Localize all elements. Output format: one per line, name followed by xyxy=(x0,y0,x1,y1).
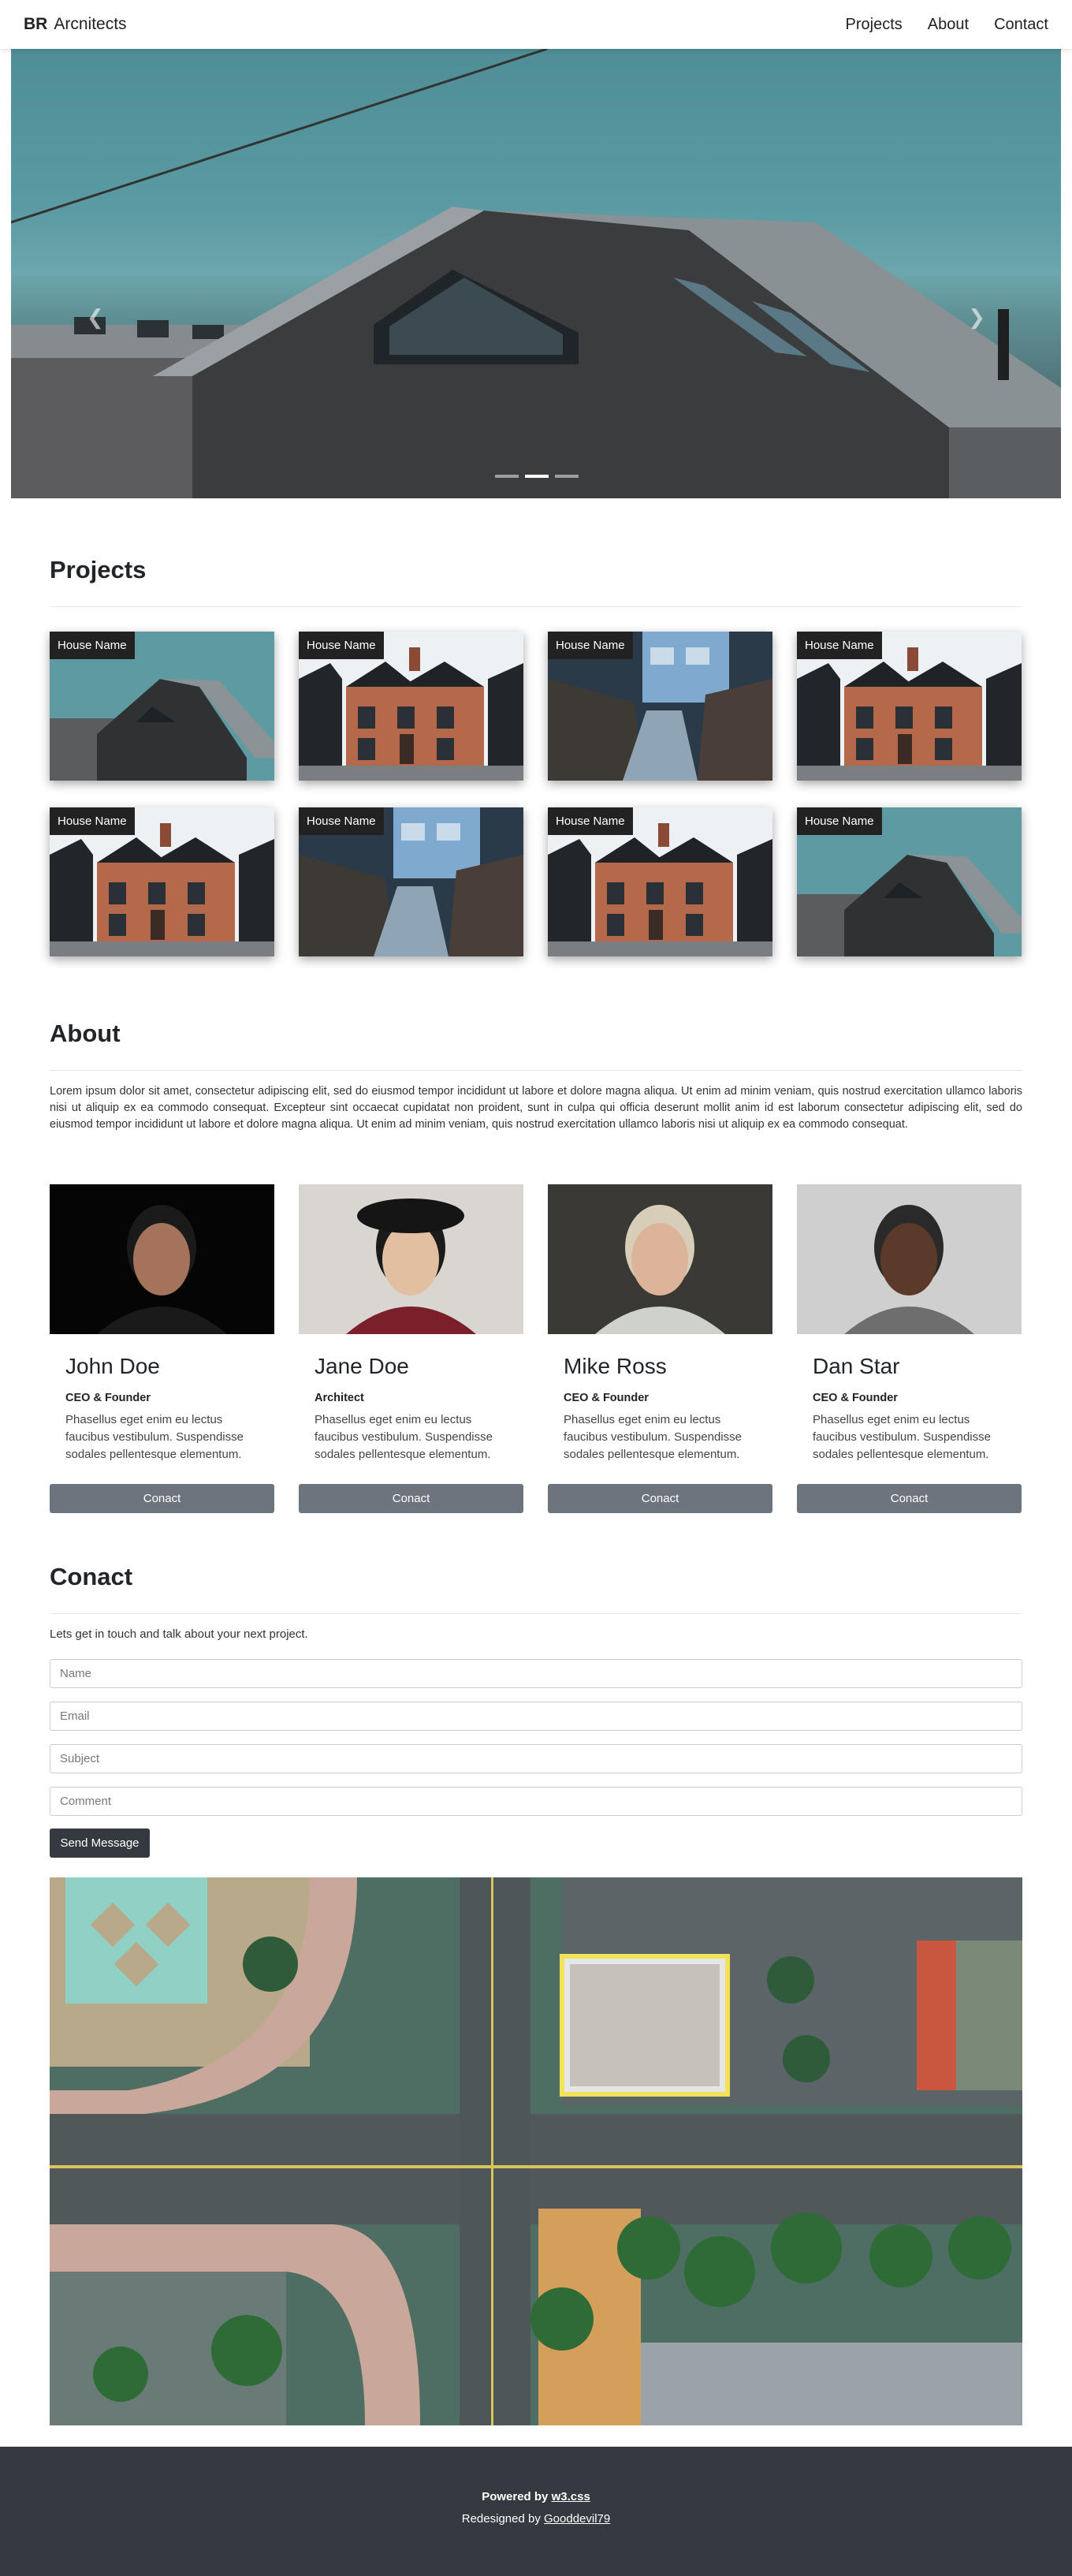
team-contact-button[interactable]: Conact xyxy=(50,1484,274,1513)
nav-link-contact[interactable]: Contact xyxy=(994,16,1048,34)
team-portrait-image xyxy=(548,1184,772,1334)
project-card-label: House Name xyxy=(548,632,633,659)
subject-input[interactable] xyxy=(50,1744,1022,1773)
project-card-label: House Name xyxy=(299,632,384,659)
aerial-city-image xyxy=(50,1877,1022,2425)
carousel-indicators xyxy=(495,475,579,478)
project-card-label: House Name xyxy=(548,807,633,835)
hero-image xyxy=(11,49,1061,498)
team-member-name: Dan Star xyxy=(813,1354,900,1378)
team-contact-button[interactable]: Conact xyxy=(797,1484,1022,1513)
nav-link-projects[interactable]: Projects xyxy=(846,16,903,34)
carousel-next-icon[interactable]: ❯ xyxy=(968,305,985,330)
carousel-indicator-3[interactable] xyxy=(555,475,579,478)
team-member-name: Jane Doe xyxy=(315,1354,409,1378)
project-card[interactable]: House Name xyxy=(50,632,274,781)
project-card[interactable]: House Name xyxy=(548,632,772,781)
team-contact-button[interactable]: Conact xyxy=(548,1484,772,1513)
footer-powered: Powered by w3.css xyxy=(0,2490,1072,2503)
project-card-label: House Name xyxy=(50,632,135,659)
nav-link-about[interactable]: About xyxy=(928,16,969,34)
team-member-description: Phasellus eget enim eu lectus faucibus v… xyxy=(315,1413,493,1461)
brand-initials: BR xyxy=(24,15,48,33)
carousel-prev-icon[interactable]: ❮ xyxy=(87,305,104,330)
team-member-description: Phasellus eget enim eu lectus faucibus v… xyxy=(65,1413,244,1461)
contact-divider xyxy=(50,1613,1022,1614)
team-member-role: CEO & Founder xyxy=(65,1392,151,1404)
hero-carousel[interactable]: ❮ ❯ xyxy=(11,49,1061,498)
team-member-name: John Doe xyxy=(65,1354,160,1378)
team-portrait-image xyxy=(797,1184,1022,1334)
nav-links: Projects About Contact xyxy=(846,16,1048,34)
team-portrait-image xyxy=(50,1184,274,1334)
email-input[interactable] xyxy=(50,1702,1022,1731)
carousel-indicator-1[interactable] xyxy=(495,475,519,478)
team-member-photo xyxy=(50,1184,274,1334)
team-member-role: Architect xyxy=(315,1392,364,1404)
contact-intro: Lets get in touch and talk about your ne… xyxy=(50,1627,308,1641)
team-member-photo xyxy=(548,1184,772,1334)
footer: Powered by w3.css Redesigned by Gooddevi… xyxy=(0,2447,1072,2576)
project-card-label: House Name xyxy=(50,807,135,835)
project-card[interactable]: House Name xyxy=(299,632,523,781)
team-member-name: Mike Ross xyxy=(564,1354,667,1378)
contact-heading: Conact xyxy=(50,1563,133,1590)
projects-divider xyxy=(50,606,1022,607)
project-card-label: House Name xyxy=(797,807,882,835)
comment-input[interactable] xyxy=(50,1787,1022,1816)
author-link[interactable]: Gooddevil79 xyxy=(544,2512,610,2526)
navbar: BR Arcnitects Projects About Contact xyxy=(0,0,1072,49)
project-card[interactable]: House Name xyxy=(797,632,1022,781)
project-card-label: House Name xyxy=(299,807,384,835)
team-member-photo xyxy=(797,1184,1022,1334)
project-card[interactable]: House Name xyxy=(797,807,1022,956)
aerial-image-graphic xyxy=(50,1877,1022,2425)
about-paragraph: Lorem ipsum dolor sit amet, consectetur … xyxy=(50,1085,1022,1131)
send-message-button[interactable]: Send Message xyxy=(50,1829,150,1858)
team-member-description: Phasellus eget enim eu lectus faucibus v… xyxy=(813,1413,991,1461)
footer-redesigned-prefix: Redesigned by xyxy=(461,2512,541,2526)
about-heading: About xyxy=(50,1020,121,1047)
team-member-role: CEO & Founder xyxy=(564,1392,649,1404)
project-card[interactable]: House Name xyxy=(548,807,772,956)
footer-redesigned: Redesigned by Gooddevil79 xyxy=(0,2512,1072,2526)
project-card[interactable]: House Name xyxy=(50,807,274,956)
about-divider xyxy=(50,1070,1022,1071)
team-portrait-image xyxy=(299,1184,523,1334)
carousel-indicator-2[interactable] xyxy=(525,475,549,478)
team-member-photo xyxy=(299,1184,523,1334)
project-card-label: House Name xyxy=(797,632,882,659)
team-contact-button[interactable]: Conact xyxy=(299,1484,523,1513)
projects-heading: Projects xyxy=(50,556,147,583)
brand-name: Arcnitects xyxy=(54,15,127,33)
team-member-role: CEO & Founder xyxy=(813,1392,898,1404)
project-card[interactable]: House Name xyxy=(299,807,523,956)
team-member-description: Phasellus eget enim eu lectus faucibus v… xyxy=(564,1413,742,1461)
footer-powered-prefix: Powered by xyxy=(482,2490,549,2503)
brand-logo[interactable]: BR Arcnitects xyxy=(24,15,127,34)
w3css-link[interactable]: w3.css xyxy=(552,2490,590,2503)
name-input[interactable] xyxy=(50,1659,1022,1688)
